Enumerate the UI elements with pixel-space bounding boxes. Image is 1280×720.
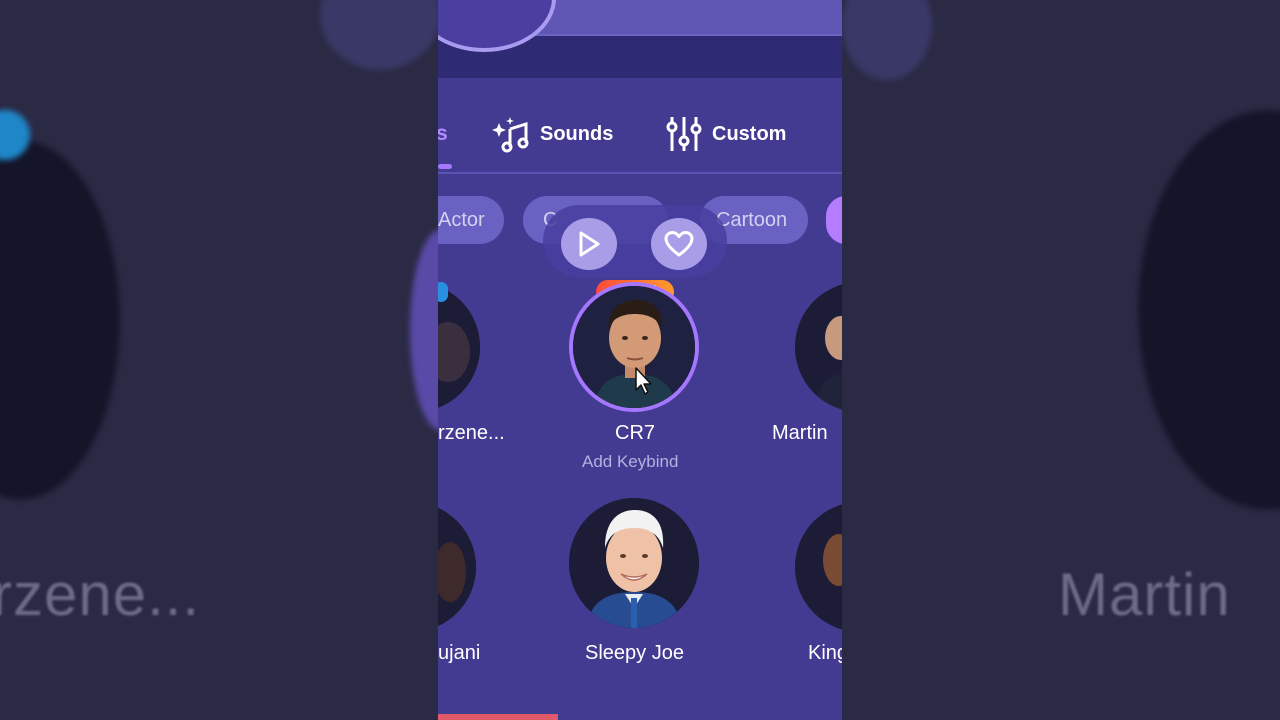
- blur-name-right: Martin: [1058, 561, 1231, 628]
- tab-partial[interactable]: s: [438, 122, 448, 146]
- character-name-cr7: CR7: [615, 422, 656, 444]
- character-avatar-sleepy-joe[interactable]: [569, 498, 699, 628]
- bottom-edge-strip: [438, 714, 558, 720]
- character-avatar-left-top[interactable]: [438, 282, 480, 412]
- tabs-divider: [438, 172, 842, 174]
- portrait-image: [795, 282, 842, 412]
- blur-avatar-left: [0, 140, 120, 500]
- app-panel: s Sounds Custom Actor Cartoon rzene... C…: [438, 0, 842, 720]
- blur-avatar-right: [1138, 110, 1280, 510]
- favorite-button[interactable]: [651, 218, 707, 270]
- character-name-right-bottom: King: [808, 642, 842, 664]
- chip-cartoon-label: Cartoon: [716, 208, 788, 231]
- character-name-left-bottom: ujani: [438, 642, 481, 664]
- blur-circle-top-left: [320, 0, 438, 70]
- portrait-image: [795, 502, 842, 632]
- add-keybind-link[interactable]: Add Keybind: [582, 452, 678, 472]
- portrait-image: [438, 502, 476, 632]
- sliders-icon: [666, 117, 702, 151]
- chip-actor[interactable]: Actor: [438, 196, 504, 244]
- character-avatar-right-bottom[interactable]: [795, 502, 842, 632]
- character-name-sleepy-joe: Sleepy Joe: [585, 642, 684, 664]
- character-name-right-top: Martin: [772, 422, 828, 444]
- heart-icon: [664, 231, 694, 257]
- background-right-blur: Martin: [842, 0, 1280, 720]
- play-icon: [579, 231, 600, 257]
- blur-circle-top-right: [842, 0, 932, 80]
- active-tab-indicator: [438, 164, 452, 169]
- category-tabs: s Sounds Custom: [438, 108, 842, 172]
- tab-sounds[interactable]: Sounds: [490, 114, 613, 154]
- character-avatar-left-bottom[interactable]: [438, 502, 476, 632]
- background-left-blur: rzene...: [0, 0, 438, 720]
- blur-edge-left: [410, 230, 438, 430]
- character-name-left-top: rzene...: [438, 422, 505, 444]
- portrait-image: [569, 498, 699, 628]
- sparkle-music-icon: [492, 117, 529, 153]
- play-button[interactable]: [561, 218, 617, 270]
- status-dot: [438, 282, 448, 302]
- blur-name-left: rzene...: [0, 561, 201, 628]
- tab-custom-label: Custom: [712, 122, 787, 145]
- cursor-icon: [635, 367, 652, 395]
- portrait-image: [438, 282, 480, 412]
- character-avatar-right-top[interactable]: [795, 282, 842, 412]
- chip-selected-partial[interactable]: [826, 196, 842, 244]
- hover-controls: [543, 205, 727, 277]
- tab-custom[interactable]: Custom: [666, 114, 786, 154]
- tab-sounds-label: Sounds: [540, 122, 614, 145]
- chip-actor-label: Actor: [438, 208, 485, 231]
